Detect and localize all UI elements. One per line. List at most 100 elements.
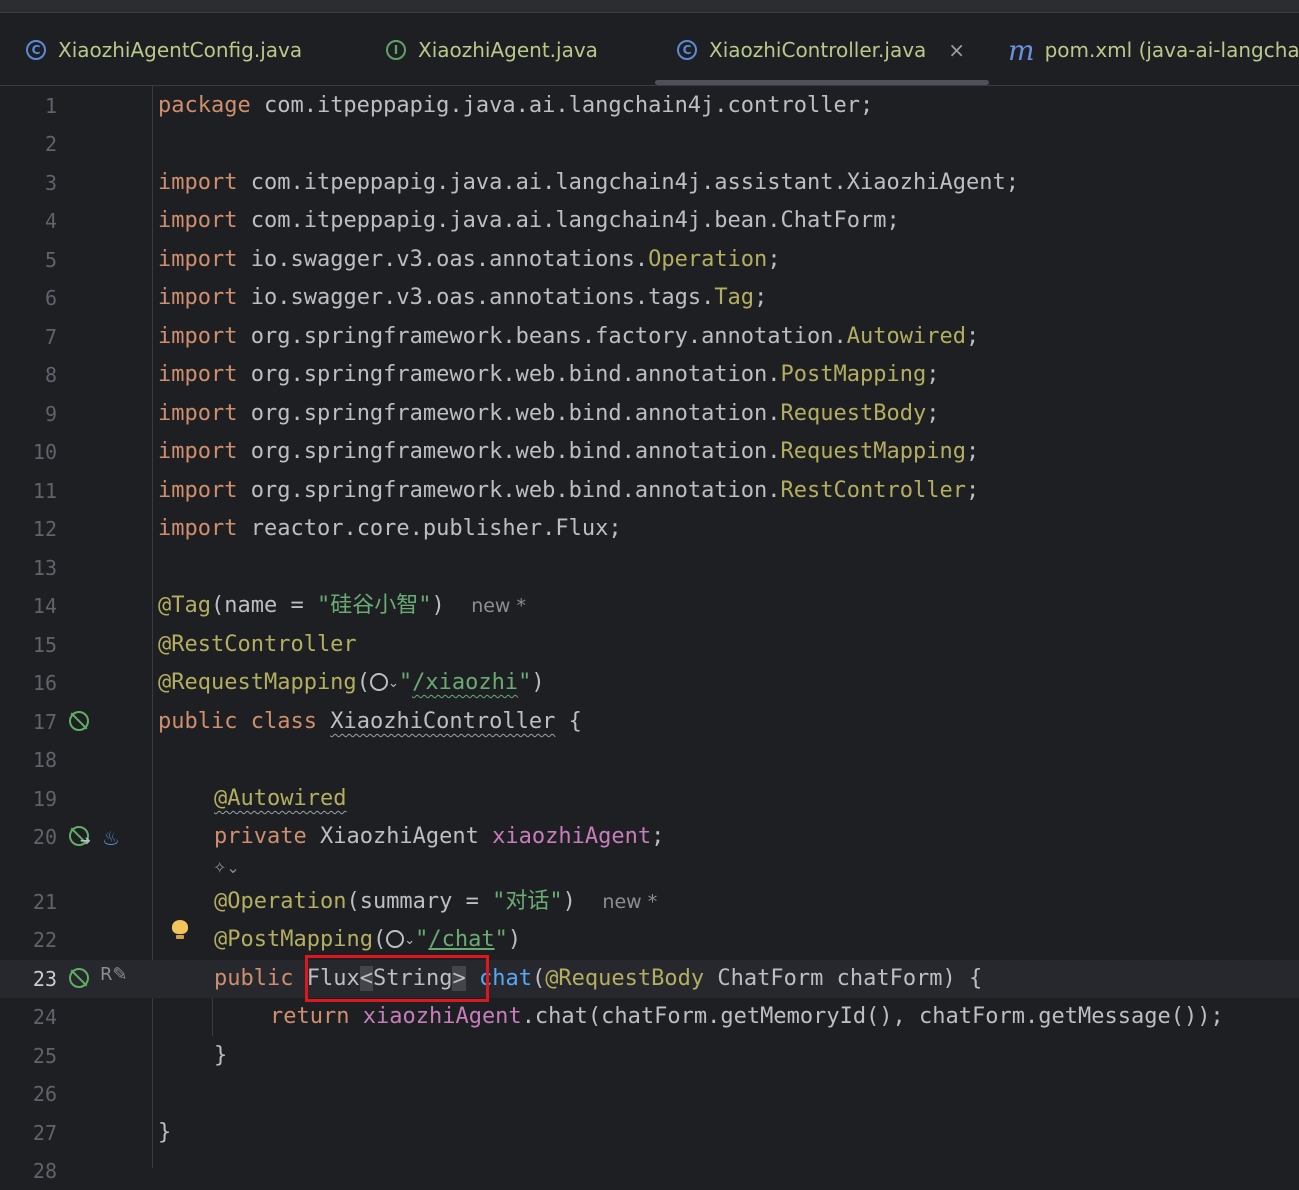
annotation: @RequestMapping [158,670,357,695]
code-line[interactable]: 28 [0,1152,1299,1190]
keyword: import [158,208,238,233]
class-name: XiaozhiController [330,709,556,734]
field-name: xiaozhiAgent [492,824,652,849]
code-line[interactable]: 9 import org.springframework.web.bind.an… [0,395,1299,433]
paren: ( [372,927,387,952]
url-path[interactable]: /chat [428,927,494,952]
tab-pom-xml[interactable]: m pom.xml (java-ai-langcha [1008,33,1299,67]
line-number: 22 [32,928,57,952]
code-line[interactable]: 11 import org.springframework.web.bind.a… [0,472,1299,510]
paren: ) [531,670,545,695]
code-line[interactable]: 5 import io.swagger.v3.oas.annotations.O… [0,241,1299,279]
semicolon: ; [965,478,980,503]
keyword: public [214,966,294,991]
code-text: import io.swagger.v3.oas.annotations.tag… [158,279,767,317]
code-line[interactable]: 19 @Autowired [0,780,1299,818]
paren: ) [562,889,576,914]
import-path: org.springframework.web.bind.annotation. [237,401,781,426]
keyword: import [158,516,238,541]
web-endpoint-icon[interactable] [69,968,89,988]
paren: ) [431,593,445,618]
code-text: return xiaozhiAgent.chat(chatForm.getMem… [270,998,1224,1036]
string-literal: "对话" [492,889,563,914]
tab-label: pom.xml (java-ai-langcha [1044,38,1299,62]
code-line[interactable]: 14 @Tag(name = "硅谷小智") new * [0,587,1299,625]
url-path[interactable]: /xiaozhi [412,670,518,695]
code-line[interactable]: 2 [0,125,1299,163]
annotation-class: Operation [648,247,768,272]
line-number: 28 [32,1159,57,1183]
code-line[interactable]: 12 import reactor.core.publisher.Flux; [0,510,1299,548]
code-line[interactable]: 24 return xiaozhiAgent.chat(chatForm.get… [0,998,1299,1036]
code-line[interactable]: 16 @RequestMapping(⌄"/xiaozhi") [0,664,1299,702]
annotation: @Autowired [214,786,347,811]
interface-icon: I [386,40,406,60]
tab-xiaozhi-controller[interactable]: C XiaozhiController.java × [677,33,965,67]
globe-icon[interactable] [369,673,388,691]
arrow-right-icon: ➔ [80,834,91,849]
keyword: import [158,170,238,195]
annotation-args: (summary = [346,889,493,914]
keyword: import [158,362,238,387]
no-bean-icon[interactable] [69,711,89,731]
line-number: 5 [44,248,57,272]
code-line[interactable]: 20 private XiaozhiAgent xiaozhiAgent; [0,818,1299,856]
semicolon: ; [651,824,665,849]
package-path: com.itpeppapig.java.ai.langchain4j.contr… [250,93,874,118]
code-line[interactable]: 7 import org.springframework.beans.facto… [0,318,1299,356]
keyword: package [158,93,251,118]
code-line[interactable]: 26 [0,1075,1299,1113]
code-line[interactable]: 1 package com.itpeppapig.java.ai.langcha… [0,87,1299,125]
close-tab-icon[interactable]: × [948,38,965,62]
code-line-current[interactable]: 23 public Flux<String> chat(@RequestBody… [0,960,1299,998]
semicolon: ; [926,362,940,387]
code-line[interactable]: 4 import com.itpeppapig.java.ai.langchai… [0,202,1299,240]
code-line[interactable]: 25 } [0,1037,1299,1075]
annotation-class: Autowired [846,324,966,349]
import-path: org.springframework.web.bind.annotation. [237,478,781,503]
code-line[interactable]: 8 import org.springframework.web.bind.an… [0,356,1299,394]
annotation: @RestController [158,632,357,657]
ai-assistant-icon[interactable]: ✧⌄ [213,858,240,877]
code-line[interactable]: 17 public class XiaozhiController { [0,703,1299,741]
code-line[interactable]: 13 [0,549,1299,587]
annotation-class: RequestMapping [780,439,966,464]
tab-label: XiaozhiAgentConfig.java [58,38,303,62]
code-line[interactable]: 27 } [0,1114,1299,1152]
code-text: import reactor.core.publisher.Flux; [158,510,622,548]
line-number: 27 [32,1121,57,1145]
code-text: } [214,1037,227,1075]
code-line[interactable]: 22 @PostMapping(⌄"/chat") [0,921,1299,959]
brace: } [214,1043,228,1068]
intention-bulb-icon[interactable] [172,920,188,940]
inlay-author-hint[interactable]: new * [602,891,657,913]
code-line[interactable]: 21 @Operation(summary = "对话") new * [0,883,1299,921]
import-path: io.swagger.v3.oas.annotations. [237,247,649,272]
quote: " [415,927,429,952]
tab-xiaozhi-agent[interactable]: I XiaozhiAgent.java [386,33,598,67]
line-number: 7 [44,325,57,349]
code-line[interactable]: 18 [0,741,1299,779]
brace: { [555,709,582,734]
code-line[interactable]: 15 @RestController [0,626,1299,664]
tab-xiaozhi-agent-config[interactable]: C XiaozhiAgentConfig.java [26,33,302,67]
inlay-author-hint[interactable]: new * [471,595,526,617]
java-icon[interactable]: ♨ [102,826,120,850]
annotation-class: Tag [714,285,755,310]
annotation: @RequestBody [545,966,705,991]
code-text: import org.springframework.web.bind.anno… [158,472,979,510]
globe-icon[interactable] [386,930,405,948]
string-literal: "硅谷小智" [316,593,432,618]
type-name: XiaozhiAgent [306,824,493,849]
chevron-down-icon[interactable]: ⌄ [388,665,399,703]
reviewer-icon[interactable]: R✎ [100,964,128,985]
code-line[interactable]: 10 import org.springframework.web.bind.a… [0,433,1299,471]
line-number: 26 [32,1082,57,1106]
import-path: reactor.core.publisher.Flux; [237,516,622,541]
code-line[interactable]: 3 import com.itpeppapig.java.ai.langchai… [0,164,1299,202]
code-text: @Tag(name = "硅谷小智") new * [158,587,526,625]
annotation-args: (name = [210,593,317,618]
code-line[interactable]: 6 import io.swagger.v3.oas.annotations.t… [0,279,1299,317]
annotation-class: RequestBody [780,401,927,426]
code-text: private XiaozhiAgent xiaozhiAgent; [214,818,664,856]
